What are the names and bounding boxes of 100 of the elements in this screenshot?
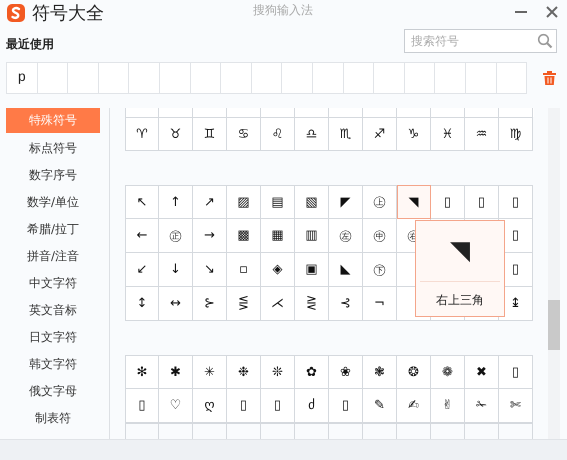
symbol-cell[interactable]: ♏ — [329, 117, 363, 151]
trash-icon[interactable] — [543, 71, 556, 85]
symbol-cell[interactable]: ◣ — [329, 253, 363, 287]
symbol-cell[interactable]: ↓ — [159, 253, 193, 287]
symbol-cell[interactable]: ㊤ — [363, 185, 397, 219]
category-item[interactable]: 日文字符 — [6, 324, 100, 351]
category-item[interactable]: 制表符 — [6, 405, 100, 432]
symbol-cell[interactable]: ▧ — [295, 185, 329, 219]
symbol-cell[interactable]: ▯ — [499, 355, 533, 389]
symbol-cell[interactable]: ძ — [295, 389, 329, 423]
symbol-cell[interactable]: ♡ — [159, 389, 193, 423]
recent-slot[interactable] — [404, 63, 436, 94]
recent-slot[interactable] — [160, 63, 191, 94]
symbol-cell[interactable]: → — [193, 219, 227, 253]
category-item[interactable]: 数字序号 — [6, 162, 100, 189]
symbol-cell[interactable]: ✎ — [363, 389, 397, 423]
symbol-cell[interactable]: ← — [125, 219, 159, 253]
symbol-cell[interactable]: ♍ — [499, 117, 533, 151]
symbol-cell[interactable]: ❊ — [261, 355, 295, 389]
symbol-cell[interactable]: ◥ — [397, 185, 431, 219]
symbol-cell[interactable]: ♐ — [363, 117, 397, 151]
symbol-cell[interactable]: ⋚ — [227, 287, 261, 321]
category-item[interactable]: 韩文字符 — [6, 351, 100, 378]
symbol-cell[interactable]: ღ — [193, 389, 227, 423]
symbol-cell[interactable]: ▯ — [261, 389, 295, 423]
symbol-cell[interactable]: ▥ — [295, 219, 329, 253]
category-item[interactable]: 拼音/注音 — [6, 243, 100, 270]
recent-slot[interactable] — [190, 63, 222, 94]
recent-slot[interactable] — [374, 63, 405, 94]
symbol-cell[interactable]: ❉ — [227, 355, 261, 389]
recent-slot[interactable] — [221, 63, 252, 94]
symbol-cell[interactable]: ㊦ — [363, 253, 397, 287]
symbol-cell[interactable]: ✁ — [465, 389, 499, 423]
symbol-cell[interactable]: ♋ — [227, 117, 261, 151]
recent-slot[interactable] — [435, 63, 466, 94]
symbol-cell[interactable]: ▯ — [465, 185, 499, 219]
symbol-cell[interactable]: ⋛ — [295, 287, 329, 321]
symbol-cell[interactable]: ✌ — [431, 389, 465, 423]
symbol-cell[interactable]: ▯ — [499, 185, 533, 219]
symbol-cell[interactable]: ♈ — [125, 117, 159, 151]
symbol-cell[interactable]: ◈ — [261, 253, 295, 287]
symbol-cell[interactable]: ↗ — [193, 185, 227, 219]
symbol-cell[interactable]: ✍ — [397, 389, 431, 423]
recent-slot[interactable] — [98, 63, 130, 94]
symbol-cell[interactable]: ▫ — [227, 253, 261, 287]
symbol-cell[interactable]: ✖ — [465, 355, 499, 389]
symbol-cell[interactable]: ¬ — [363, 287, 397, 321]
symbol-cell[interactable]: ✿ — [295, 355, 329, 389]
symbol-cell[interactable]: ♊ — [193, 117, 227, 151]
symbol-cell[interactable]: ♒ — [465, 117, 499, 151]
symbol-cell[interactable]: ♓ — [431, 117, 465, 151]
recent-slot[interactable] — [252, 63, 282, 94]
scrollbar[interactable] — [548, 108, 560, 440]
recent-slot[interactable] — [312, 63, 344, 94]
symbol-cell[interactable]: ⊰ — [329, 287, 363, 321]
symbol-cell[interactable]: ✱ — [159, 355, 193, 389]
symbol-cell[interactable]: ▯ — [431, 185, 465, 219]
symbol-cell[interactable]: ▤ — [261, 185, 295, 219]
symbol-cell[interactable]: ✄ — [499, 389, 533, 423]
close-icon[interactable] — [546, 6, 558, 18]
symbol-cell[interactable]: ❀ — [329, 355, 363, 389]
symbol-cell[interactable]: ❃ — [363, 355, 397, 389]
symbol-cell[interactable]: ▨ — [227, 185, 261, 219]
symbol-cell[interactable]: ♉ — [159, 117, 193, 151]
symbol-cell[interactable]: ⋌ — [261, 287, 295, 321]
symbol-cell[interactable]: ↔ — [159, 287, 193, 321]
symbol-cell[interactable]: ❁ — [431, 355, 465, 389]
symbol-cell[interactable]: ▣ — [295, 253, 329, 287]
category-item[interactable]: 俄文字母 — [6, 378, 100, 405]
symbol-cell[interactable]: ↕ — [125, 287, 159, 321]
category-item[interactable]: 中文字符 — [6, 270, 100, 297]
search-icon[interactable] — [537, 33, 553, 49]
recent-slot[interactable] — [68, 63, 99, 94]
symbol-cell[interactable]: ♎ — [295, 117, 329, 151]
category-item[interactable]: 数学/单位 — [6, 189, 100, 216]
symbol-cell[interactable]: ↖ — [125, 185, 159, 219]
category-item[interactable]: 英文音标 — [6, 297, 100, 324]
symbol-cell[interactable]: ↘ — [193, 253, 227, 287]
recent-slot[interactable] — [344, 63, 374, 94]
symbol-cell[interactable]: ▩ — [227, 219, 261, 253]
scrollbar-thumb[interactable] — [548, 300, 560, 350]
symbol-cell[interactable]: ⊱ — [193, 287, 227, 321]
symbol-cell[interactable]: ㊣ — [159, 219, 193, 253]
symbol-cell[interactable]: ▯ — [227, 389, 261, 423]
symbol-cell[interactable]: ▯ — [125, 389, 159, 423]
symbol-cell[interactable]: ㊧ — [329, 219, 363, 253]
recent-slot[interactable] — [38, 63, 68, 94]
symbol-cell[interactable]: ↙ — [125, 253, 159, 287]
category-item[interactable]: 希腊/拉丁 — [6, 216, 100, 243]
symbol-cell[interactable]: ♌ — [261, 117, 295, 151]
category-item[interactable]: 标点符号 — [6, 135, 100, 162]
symbol-cell[interactable]: ✻ — [125, 355, 159, 389]
symbol-cell[interactable]: ▦ — [261, 219, 295, 253]
symbol-cell[interactable]: ◤ — [329, 185, 363, 219]
symbol-cell[interactable]: ▯ — [329, 389, 363, 423]
symbol-cell[interactable]: ✳ — [193, 355, 227, 389]
symbol-cell[interactable]: ❂ — [397, 355, 431, 389]
search-field[interactable]: 搜索符号 — [404, 29, 557, 53]
symbol-cell[interactable]: ㊥ — [363, 219, 397, 253]
recent-slot[interactable]: p — [7, 63, 38, 94]
